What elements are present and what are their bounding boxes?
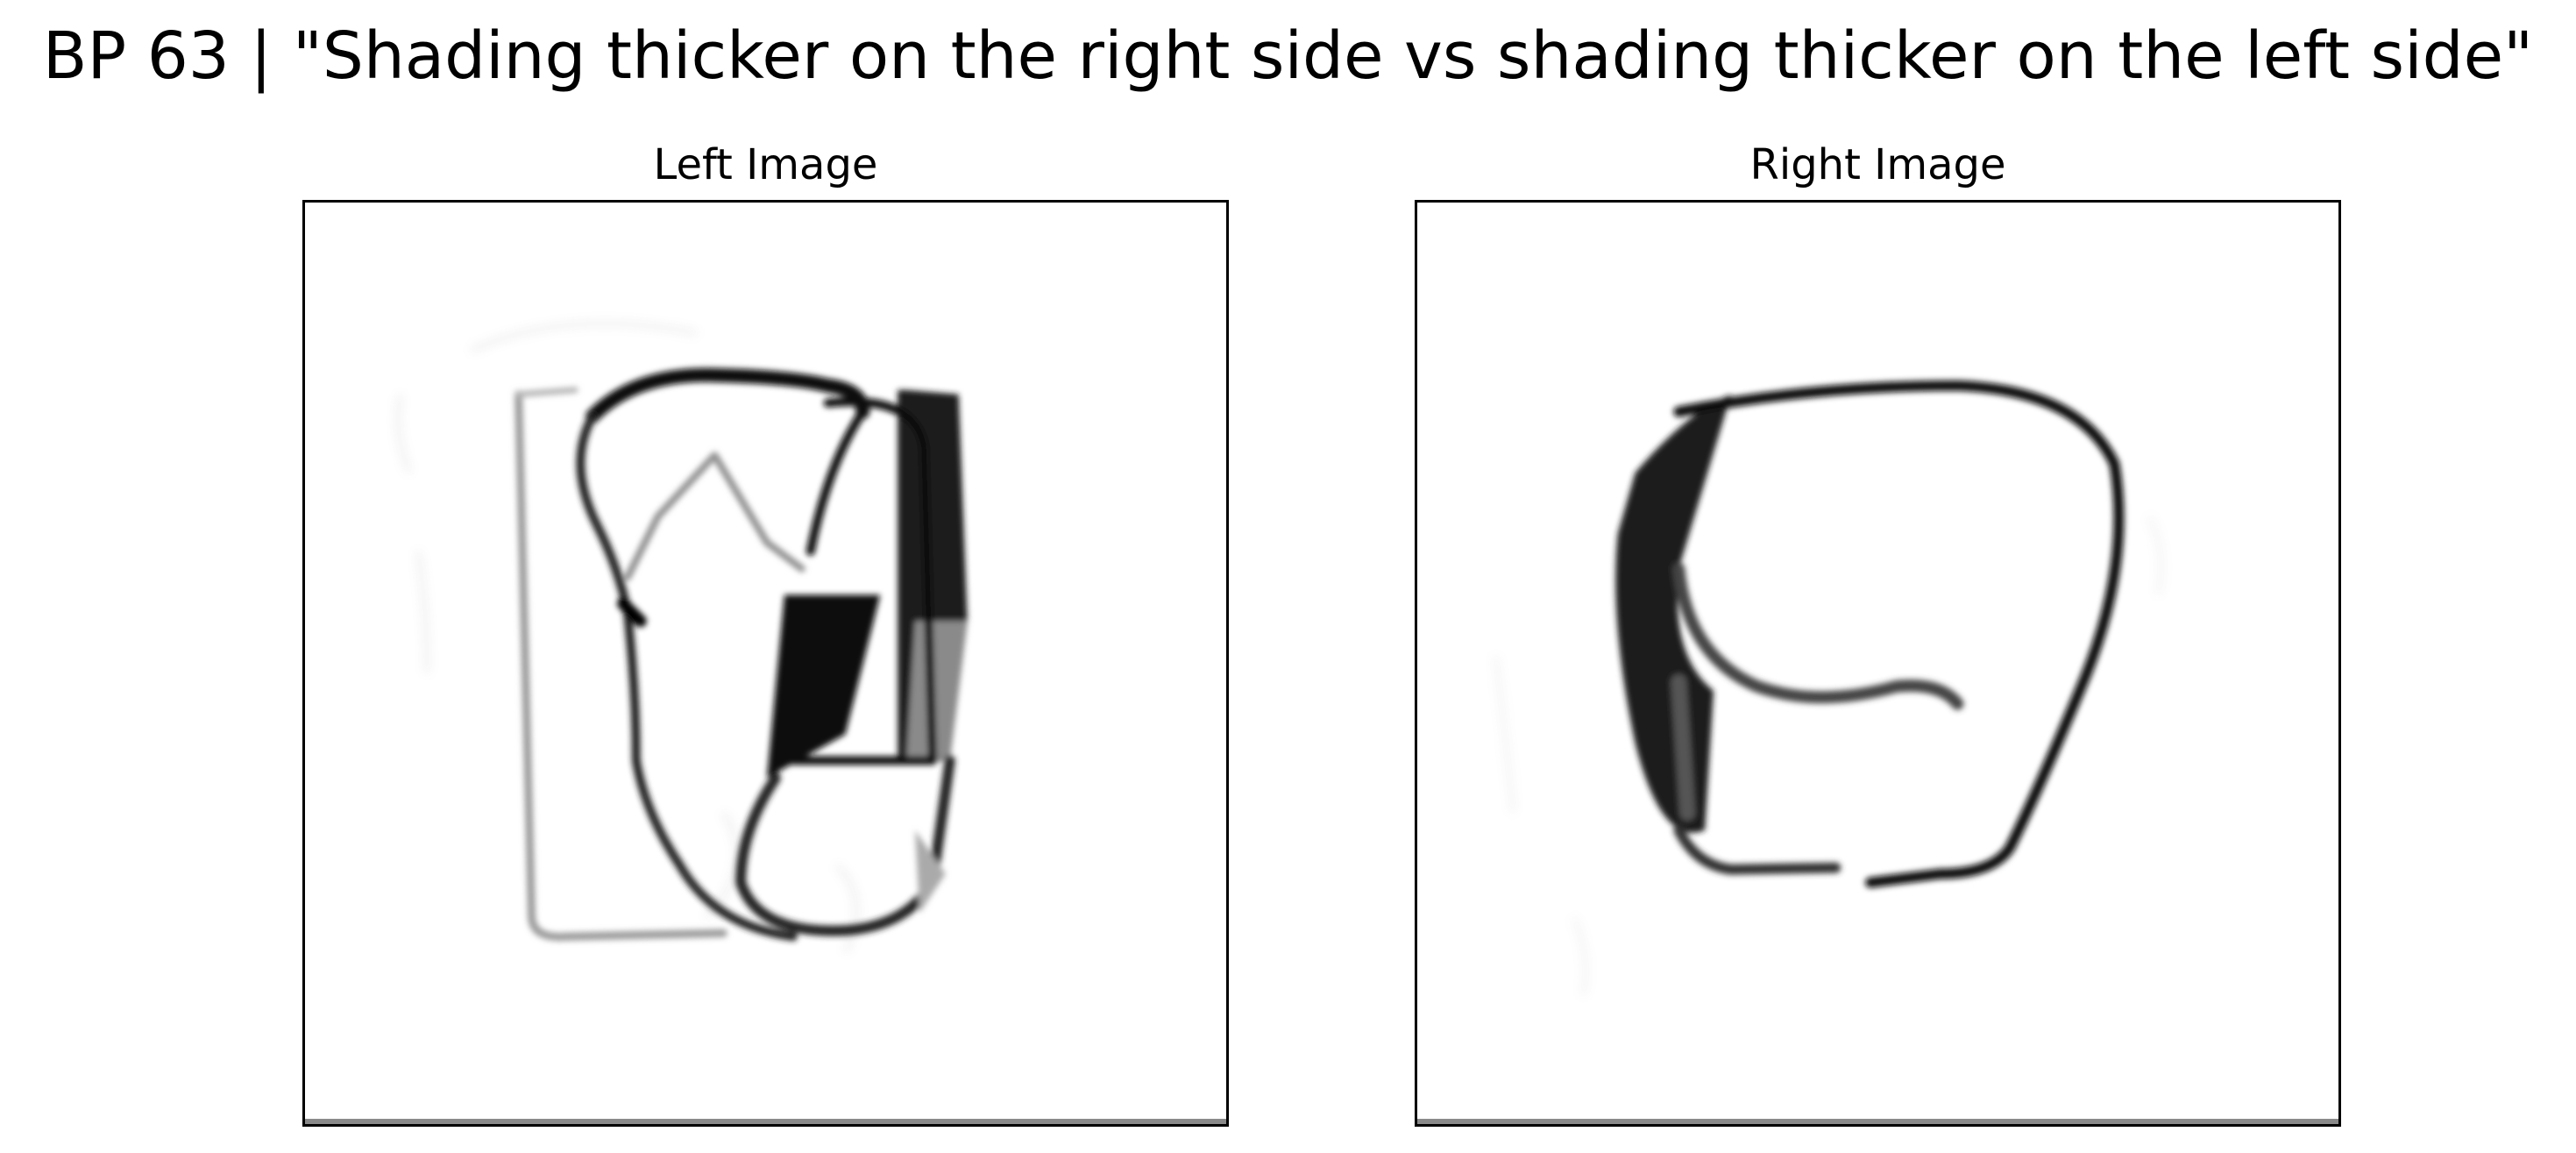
right-panel-bottom-edge — [1417, 1119, 2338, 1124]
left-panel-bottom-edge — [305, 1119, 1226, 1124]
right-image-panel — [1415, 200, 2341, 1127]
left-image-panel — [302, 200, 1229, 1127]
right-sketch-image — [1493, 380, 2164, 997]
left-panel-title: Left Image — [653, 140, 878, 189]
figure-title: BP 63 | "Shading thicker on the right si… — [42, 18, 2534, 94]
left-sketch-image — [395, 321, 968, 954]
right-panel-title: Right Image — [1749, 140, 2006, 189]
